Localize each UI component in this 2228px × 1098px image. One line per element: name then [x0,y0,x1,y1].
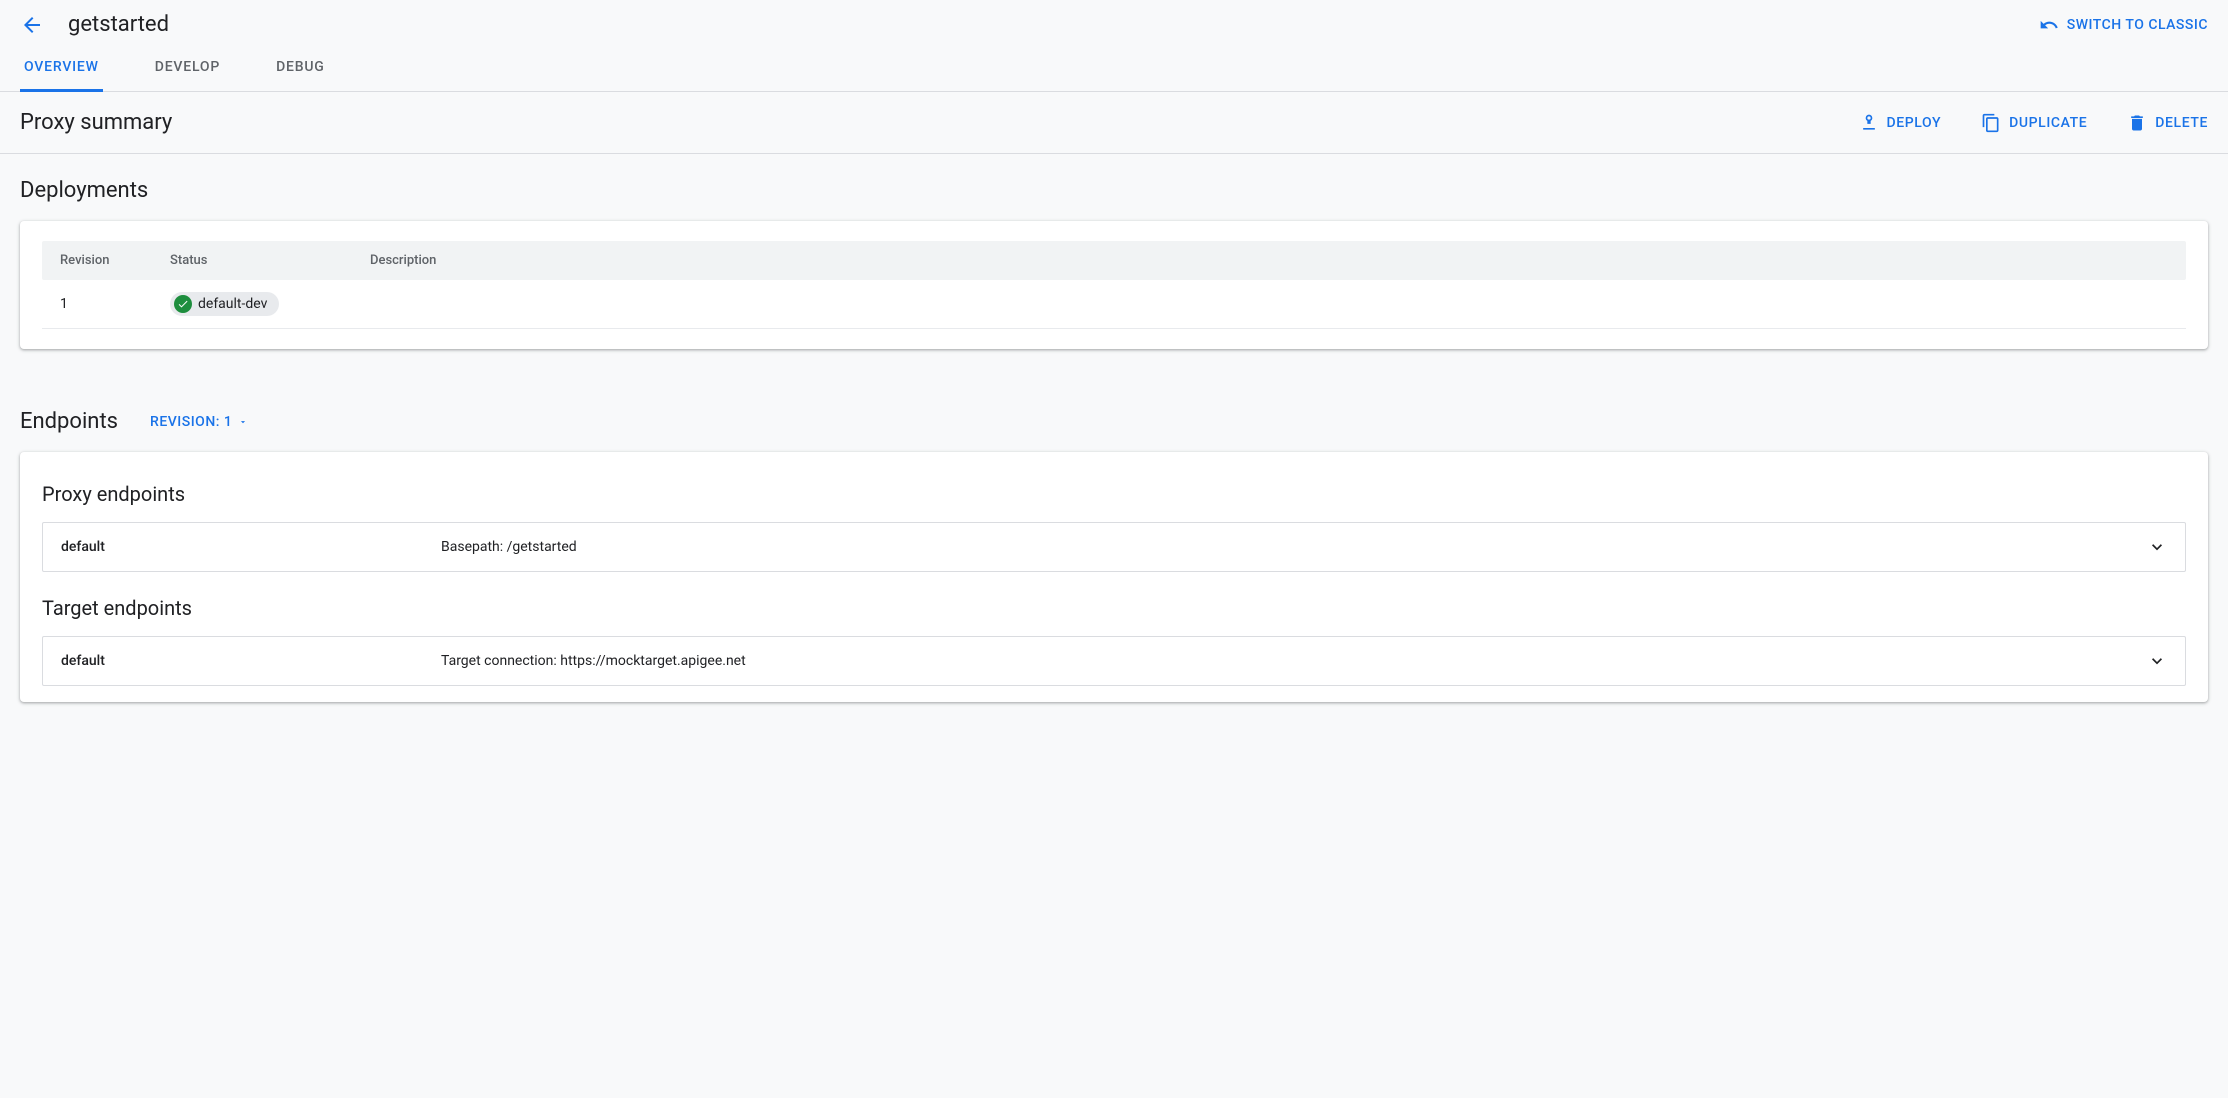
tabs: OVERVIEW DEVELOP DEBUG [0,45,2228,92]
revision-selector[interactable]: REVISION: 1 [150,414,248,430]
col-header-description: Description [370,253,2168,268]
top-bar: getstarted SWITCH TO CLASSIC [0,0,2228,45]
page-title: getstarted [68,12,169,37]
tab-overview[interactable]: OVERVIEW [20,45,103,92]
col-header-revision: Revision [60,253,170,268]
proxy-endpoints-title: Proxy endpoints [42,482,2186,506]
endpoint-name: default [61,539,441,555]
top-left: getstarted [20,12,169,37]
tab-debug[interactable]: DEBUG [272,45,329,92]
summary-bar: Proxy summary DEPLOY DUPLICATE DELETE [0,92,2228,154]
revision-cell: 1 [60,296,170,312]
proxy-endpoint-row[interactable]: default Basepath: /getstarted [42,522,2186,572]
col-header-status: Status [170,253,370,268]
chevron-down-icon [2147,537,2167,557]
chevron-down-icon [2147,651,2167,671]
endpoint-name: default [61,653,441,669]
status-cell: default-dev [170,292,370,316]
switch-classic-label: SWITCH TO CLASSIC [2067,17,2208,33]
status-chip: default-dev [170,292,279,316]
deploy-button[interactable]: DEPLOY [1859,113,1942,133]
tab-develop[interactable]: DEVELOP [151,45,224,92]
deploy-icon [1859,113,1879,133]
switch-to-classic-button[interactable]: SWITCH TO CLASSIC [2039,15,2208,35]
endpoints-header-row: Endpoints REVISION: 1 [20,409,2208,434]
deploy-label: DEPLOY [1887,115,1942,131]
target-endpoints-title: Target endpoints [42,596,2186,620]
deployments-title: Deployments [20,178,2208,203]
deployments-card: Revision Status Description 1 default-de… [20,221,2208,349]
target-endpoint-row[interactable]: default Target connection: https://mockt… [42,636,2186,686]
deployments-table-header: Revision Status Description [42,241,2186,280]
endpoints-card: Proxy endpoints default Basepath: /getst… [20,452,2208,702]
action-buttons: DEPLOY DUPLICATE DELETE [1859,113,2208,133]
endpoint-detail: Basepath: /getstarted [441,539,2147,555]
delete-icon [2127,113,2147,133]
back-arrow-icon[interactable] [20,13,44,37]
undo-icon [2039,15,2059,35]
table-row: 1 default-dev [42,280,2186,329]
content: Deployments Revision Status Description … [0,154,2228,726]
caret-down-icon [238,417,248,427]
revision-label: REVISION: 1 [150,414,232,430]
endpoint-detail: Target connection: https://mocktarget.ap… [441,653,2147,669]
duplicate-icon [1981,113,2001,133]
summary-title: Proxy summary [20,110,172,135]
delete-label: DELETE [2155,115,2208,131]
endpoints-title: Endpoints [20,409,118,434]
check-circle-icon [174,295,192,313]
delete-button[interactable]: DELETE [2127,113,2208,133]
status-label: default-dev [198,296,267,312]
duplicate-label: DUPLICATE [2009,115,2087,131]
duplicate-button[interactable]: DUPLICATE [1981,113,2087,133]
